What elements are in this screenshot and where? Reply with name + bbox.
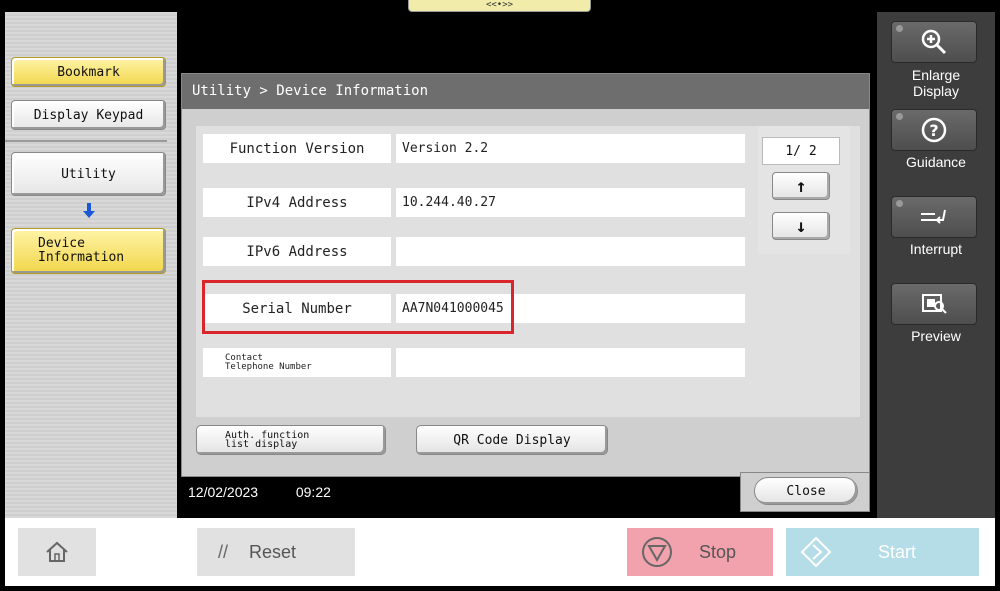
- ipv4-address-label: IPv4 Address: [203, 188, 391, 217]
- enlarge-display-label: Enlarge Display: [877, 67, 995, 99]
- auth-function-line2: list display: [225, 439, 298, 450]
- display-keypad-button[interactable]: Display Keypad: [11, 100, 166, 130]
- guidance-led: [896, 113, 903, 120]
- dialog-title: Utility > Device Information: [182, 74, 869, 109]
- ipv6-address-value: [396, 237, 745, 266]
- stop-button[interactable]: Stop: [627, 528, 773, 576]
- home-icon: [46, 541, 68, 562]
- contact-telephone-label: Contact Telephone Number: [203, 348, 391, 377]
- bookmark-button[interactable]: Bookmark: [11, 57, 166, 87]
- device-information-label-2: Information: [38, 250, 125, 265]
- start-icon: [800, 536, 832, 568]
- preview-button[interactable]: [891, 283, 977, 325]
- preview-icon: [922, 294, 947, 314]
- guidance-button[interactable]: ?: [891, 109, 977, 151]
- interrupt-led: [896, 200, 903, 207]
- preview-label: Preview: [911, 328, 961, 344]
- utility-label: Utility: [61, 166, 116, 182]
- help-icon: ?: [921, 117, 947, 143]
- qr-code-display-button[interactable]: QR Code Display: [416, 425, 608, 455]
- page-up-button[interactable]: ↑: [772, 172, 830, 200]
- display-keypad-label: Display Keypad: [33, 107, 144, 123]
- contact-label-line2: Telephone Number: [225, 361, 312, 372]
- close-label: Close: [786, 483, 826, 499]
- page-indicator: 1/ 2: [762, 137, 840, 165]
- function-version-label: Function Version: [203, 134, 391, 163]
- qr-code-display-label: QR Code Display: [453, 432, 571, 448]
- enlarge-line2: Display: [913, 83, 959, 99]
- stop-icon: [642, 537, 672, 567]
- zoom-in-icon: [921, 29, 947, 55]
- arrow-down-icon: [82, 203, 96, 219]
- interrupt-label: Interrupt: [909, 241, 963, 257]
- device-information-button[interactable]: Device Information: [11, 228, 166, 274]
- device-information-label-1: Device: [38, 236, 85, 251]
- start-label: Start: [878, 541, 917, 562]
- status-time: 09:22: [295, 484, 331, 500]
- svg-text:?: ?: [929, 121, 938, 140]
- stop-label: Stop: [699, 541, 737, 562]
- start-button[interactable]: Start: [786, 528, 979, 576]
- interrupt-button[interactable]: [891, 196, 977, 238]
- date-time: 12/02/2023 09:22: [188, 484, 331, 500]
- ipv6-address-label: IPv6 Address: [203, 237, 391, 266]
- enlarge-display-button[interactable]: [891, 21, 977, 63]
- serial-number-highlight: [202, 280, 514, 334]
- reset-label: Reset: [249, 541, 297, 562]
- interrupt-icon: [921, 209, 946, 224]
- enlarge-led: [896, 25, 903, 32]
- auth-function-list-button[interactable]: Auth. function list display: [196, 425, 386, 455]
- top-notch: <<•>>: [408, 0, 591, 12]
- function-version-value: Version 2.2: [396, 134, 745, 163]
- left-divider: [5, 140, 167, 142]
- close-button[interactable]: Close: [754, 477, 858, 505]
- enlarge-line1: Enlarge: [911, 67, 961, 83]
- status-date: 12/02/2023: [188, 484, 259, 500]
- ipv4-address-value: 10.244.40.27: [396, 188, 745, 217]
- guidance-label: Guidance: [906, 154, 966, 170]
- home-button[interactable]: [18, 528, 96, 576]
- contact-telephone-value: [396, 348, 745, 377]
- arrow-down-icon: ↓: [795, 215, 807, 237]
- page-down-button[interactable]: ↓: [772, 212, 830, 240]
- utility-button[interactable]: Utility: [11, 152, 166, 196]
- reset-icon: //: [217, 541, 228, 562]
- bookmark-label: Bookmark: [57, 64, 120, 80]
- reset-button[interactable]: // Reset: [197, 528, 355, 576]
- arrow-up-icon: ↑: [795, 175, 807, 197]
